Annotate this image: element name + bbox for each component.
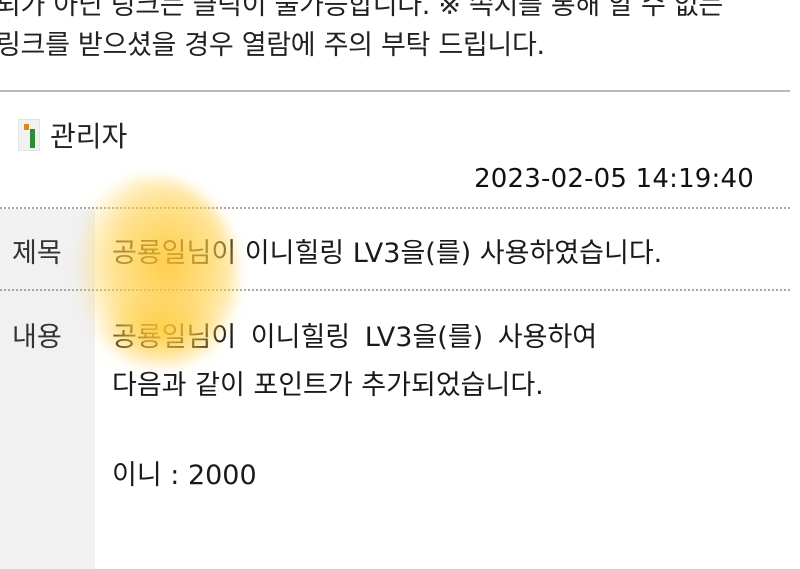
sender-name[interactable]: 관리자 [50,115,127,155]
content-line: 이니 : 2000 [112,460,257,491]
content-line: 다음과 같이 포인트가 추가되었습니다. [112,370,544,401]
content-line: 공룡일님이 이니힐링 LV3을(를) 사용하여 [112,322,598,353]
message-date: 2023-02-05 14:19:40 [474,164,754,194]
subject-value: 공룡일님이 이니힐링 LV3을(를) 사용하였습니다. [112,238,663,269]
content-label: 내용 [12,322,62,353]
notice-line: 링크를 받으셨을 경우 열람에 주의 부탁 드립니다. [0,30,545,61]
message-table: 제목 공룡일님이 이니힐링 LV3을(를) 사용하였습니다. 내용 공룡일님이 … [0,207,790,569]
subject-label: 제목 [12,238,62,269]
member-rank-icon [18,119,40,151]
sender: 관리자 [18,115,127,155]
row-divider [0,289,790,291]
notice-line: 되가 아닌 링크는 클릭이 불가능합니다. ※ 쪽지를 통해 알 수 없는 [0,0,723,21]
header-divider [0,90,790,92]
notice-text: 되가 아닌 링크는 클릭이 불가능합니다. ※ 쪽지를 통해 알 수 없는 링크… [0,0,800,66]
row-divider [0,207,790,209]
